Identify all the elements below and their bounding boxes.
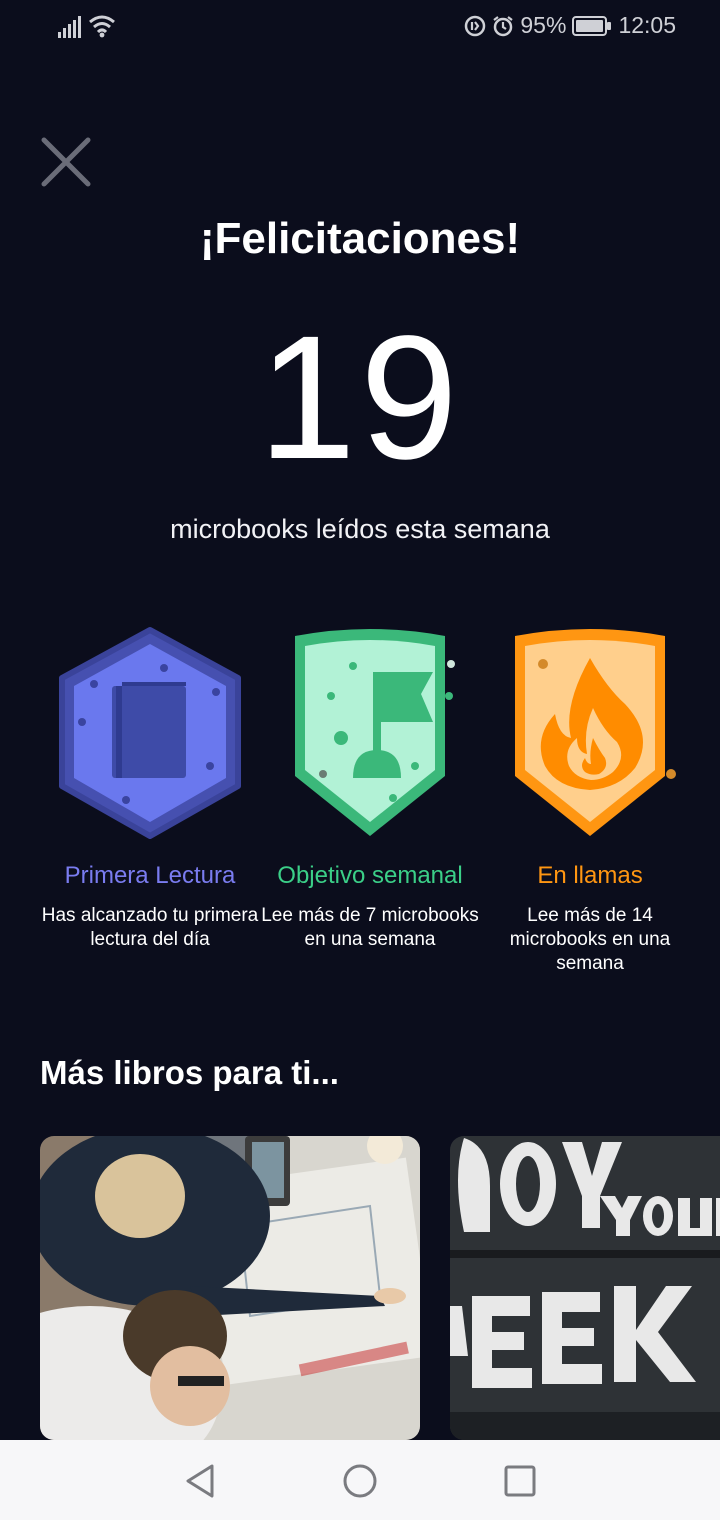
badge-description: Has alcanzado tu primera lectura del día (41, 905, 259, 950)
badge-book-icon (59, 627, 241, 839)
badge-name: Objetivo semanal (277, 862, 463, 889)
signal-icon (58, 16, 81, 38)
close-icon (41, 137, 91, 187)
badge-objetivo-semanal[interactable]: Objetivo semanal Lee más de 7 microbooks… (260, 626, 480, 952)
badge-description: Lee más de 14 microbooks en una semana (509, 905, 671, 974)
book-card[interactable] (40, 1136, 420, 1440)
clock: 12:05 (618, 12, 676, 38)
recents-square-icon (504, 1465, 536, 1497)
alarm-icon (493, 15, 514, 36)
badge-description: Lee más de 7 microbooks en una semana (261, 905, 479, 950)
nav-home-button[interactable] (335, 1456, 385, 1506)
page-title: ¡Felicitaciones! (199, 214, 521, 263)
recommendations-title: Más libros para ti... (40, 1054, 339, 1091)
back-triangle-icon (186, 1464, 214, 1498)
battery-icon (572, 15, 612, 36)
badge-name: En llamas (537, 862, 643, 889)
nav-recents-button[interactable] (495, 1456, 545, 1506)
badge-en-llamas[interactable]: En llamas Lee más de 14 microbooks en un… (480, 626, 700, 976)
data-saver-icon (465, 15, 486, 36)
wifi-icon (89, 15, 115, 38)
badge-flag-icon (295, 629, 455, 836)
count-caption: microbooks leídos esta semana (170, 514, 550, 544)
badge-name: Primera Lectura (64, 862, 236, 889)
home-circle-icon (343, 1464, 377, 1498)
badge-primera-lectura[interactable]: Primera Lectura Has alcanzado tu primera… (40, 626, 260, 952)
battery-percent: 95% (520, 12, 567, 38)
system-navigation-bar (0, 1440, 720, 1520)
nav-back-button[interactable] (176, 1456, 226, 1506)
status-bar: 95% 12:05 (0, 0, 720, 56)
badge-fire-icon (515, 629, 676, 836)
book-cover-image (40, 1136, 420, 1440)
book-card[interactable] (450, 1136, 720, 1440)
book-cover-image (450, 1136, 720, 1440)
close-button[interactable] (40, 136, 92, 188)
books-read-count: 19 (258, 300, 462, 496)
